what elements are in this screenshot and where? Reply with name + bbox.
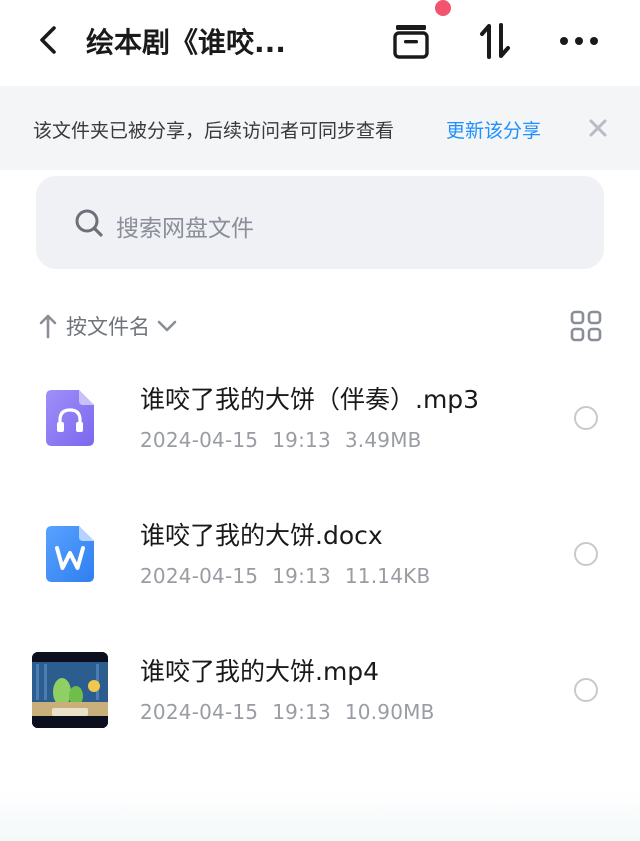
file-date: 2024-04-15 <box>140 564 259 588</box>
sort-toggle-button[interactable] <box>472 18 518 64</box>
select-radio[interactable] <box>574 542 598 566</box>
file-size: 11.14KB <box>344 564 431 588</box>
bottom-fade <box>0 790 640 841</box>
arrow-up-icon <box>39 314 57 339</box>
select-radio[interactable] <box>574 406 598 430</box>
file-name: 谁咬了我的大饼.mp4 <box>140 657 380 686</box>
sort-by-name-button[interactable]: 按文件名 <box>38 308 178 344</box>
more-button[interactable] <box>556 18 602 64</box>
banner-message: 该文件夹已被分享，后续访问者可同步查看 <box>33 120 395 142</box>
search-placeholder: 搜索网盘文件 <box>116 216 254 242</box>
file-row[interactable]: 谁咬了我的大饼.docx 2024-04-15 19:13 11.14KB <box>0 486 640 622</box>
word-file-icon <box>30 514 110 594</box>
file-row[interactable]: 谁咬了我的大饼（伴奏）.mp3 2024-04-15 19:13 3.49MB <box>0 350 640 486</box>
file-name: 谁咬了我的大饼.docx <box>140 521 383 550</box>
page-title: 绘本剧《谁咬... <box>86 26 286 59</box>
sort-arrows-icon <box>480 23 510 59</box>
file-date: 2024-04-15 <box>140 700 259 724</box>
update-share-link[interactable]: 更新该分享 <box>446 116 541 143</box>
video-thumbnail <box>30 650 110 730</box>
file-time: 19:13 <box>272 428 331 452</box>
close-icon <box>589 119 607 137</box>
select-radio[interactable] <box>574 678 598 702</box>
file-size: 3.49MB <box>344 428 422 452</box>
grid-view-button[interactable] <box>568 308 604 344</box>
more-dots-icon <box>560 37 598 45</box>
grid-view-icon <box>570 310 602 342</box>
sort-label: 按文件名 <box>66 315 150 339</box>
file-meta: 2024-04-15 19:13 11.14KB <box>140 564 444 588</box>
search-icon <box>75 209 103 237</box>
file-size: 10.90MB <box>344 700 435 724</box>
sort-bar: 按文件名 <box>0 306 640 346</box>
notification-dot <box>435 0 451 16</box>
back-arrow-icon <box>40 26 56 54</box>
search-input[interactable]: 搜索网盘文件 <box>36 176 604 269</box>
archive-button[interactable] <box>388 18 434 64</box>
file-time: 19:13 <box>272 564 331 588</box>
file-meta: 2024-04-15 19:13 3.49MB <box>140 428 436 452</box>
back-button[interactable] <box>30 22 66 58</box>
file-date: 2024-04-15 <box>140 428 259 452</box>
chevron-down-icon <box>157 320 177 332</box>
file-time: 19:13 <box>272 700 331 724</box>
top-bar: 绘本剧《谁咬... <box>0 0 640 86</box>
file-meta: 2024-04-15 19:13 10.90MB <box>140 700 449 724</box>
banner-close-button[interactable] <box>584 114 612 142</box>
audio-file-icon <box>30 378 110 458</box>
file-name: 谁咬了我的大饼（伴奏）.mp3 <box>140 385 480 414</box>
share-banner: 该文件夹已被分享，后续访问者可同步查看 更新该分享 <box>0 86 640 170</box>
archive-box-icon <box>393 25 429 59</box>
file-row[interactable]: 谁咬了我的大饼.mp4 2024-04-15 19:13 10.90MB <box>0 622 640 758</box>
